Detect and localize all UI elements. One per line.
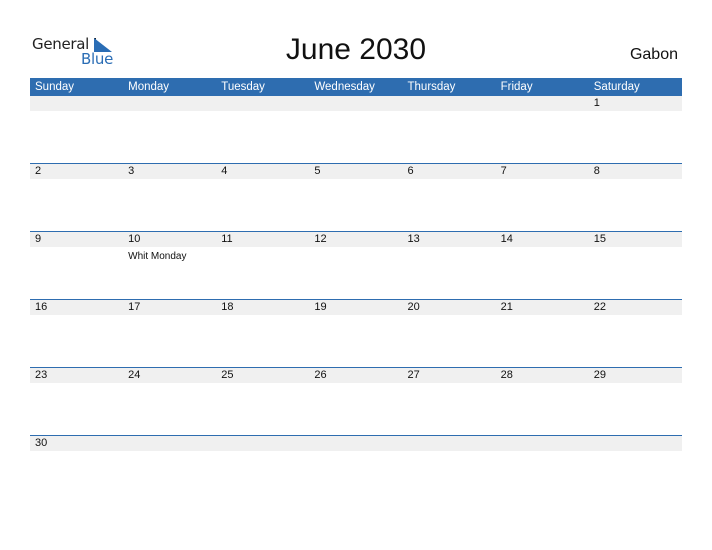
day-number: 30 <box>35 437 48 449</box>
day-number: 28 <box>500 369 513 381</box>
day-cell: 25 <box>216 368 309 383</box>
day-cell: 27 <box>403 368 496 383</box>
week-row: 1 <box>30 96 682 163</box>
day-number-row: 2 3 4 5 6 7 8 <box>30 164 682 179</box>
calendar-title: June 2030 <box>285 33 427 66</box>
day-number-row: 30 <box>30 436 682 451</box>
day-number: 20 <box>407 301 420 313</box>
day-number: 26 <box>314 369 327 381</box>
day-number-row: 1 <box>30 96 682 111</box>
day-cell: 12 <box>309 232 402 247</box>
day-cell: 10 Whit Monday <box>123 232 216 262</box>
day-number: 29 <box>593 369 606 381</box>
country-label: Gabon <box>629 46 678 63</box>
day-number-row: 9 10 Whit Monday 11 12 13 14 15 <box>30 232 682 262</box>
empty-day-cell <box>496 96 589 111</box>
day-number: 8 <box>593 165 600 177</box>
weekday-tuesday: Tuesday <box>221 81 265 93</box>
day-cell: 20 <box>403 300 496 315</box>
day-cell: 4 <box>216 164 309 179</box>
week-row: 30 <box>30 435 682 503</box>
day-number: 10 <box>128 233 141 245</box>
day-cell: 24 <box>123 368 216 383</box>
day-cell: 30 <box>30 436 123 451</box>
empty-day-cell <box>309 436 402 451</box>
day-number: 11 <box>221 233 233 245</box>
holiday-label: Whit Monday <box>128 251 187 262</box>
day-cell: 29 <box>589 368 682 383</box>
day-number: 27 <box>407 369 420 381</box>
day-number: 4 <box>221 165 228 177</box>
empty-day-cell <box>123 96 216 111</box>
day-cell: 14 <box>496 232 589 247</box>
day-number: 6 <box>407 165 414 177</box>
empty-day-cell <box>589 436 682 451</box>
day-number: 25 <box>221 369 234 381</box>
weekday-saturday: Saturday <box>593 81 640 93</box>
weekday-thursday: Thursday <box>407 81 456 93</box>
week-row: 23 24 25 26 27 28 29 <box>30 367 682 435</box>
day-number: 9 <box>35 233 42 245</box>
day-cell: 2 <box>30 164 123 179</box>
day-number: 18 <box>221 301 234 313</box>
empty-day-cell <box>309 96 402 111</box>
day-cell: 9 <box>30 232 123 247</box>
week-row: 9 10 Whit Monday 11 12 13 14 15 <box>30 231 682 299</box>
day-number: 24 <box>128 369 141 381</box>
day-cell: 5 <box>309 164 402 179</box>
weekday-friday: Friday <box>500 81 533 93</box>
day-cell: 13 <box>403 232 496 247</box>
day-number: 19 <box>314 301 327 313</box>
day-cell: 28 <box>496 368 589 383</box>
day-cell: 8 <box>589 164 682 179</box>
empty-day-cell <box>216 96 309 111</box>
empty-day-cell <box>403 436 496 451</box>
week-row: 2 3 4 5 6 7 8 <box>30 163 682 231</box>
day-number: 23 <box>35 369 48 381</box>
day-number: 15 <box>593 233 606 245</box>
day-cell: 7 <box>496 164 589 179</box>
day-number: 22 <box>593 301 606 313</box>
day-cell: 17 <box>123 300 216 315</box>
day-number: 1 <box>593 97 600 109</box>
day-number: 7 <box>500 165 507 177</box>
weekday-wednesday: Wednesday <box>314 81 375 93</box>
day-number-row: 16 17 18 19 20 21 22 <box>30 300 682 315</box>
day-cell: 1 <box>589 96 682 111</box>
day-cell: 3 <box>123 164 216 179</box>
day-number: 2 <box>35 165 42 177</box>
day-cell: 21 <box>496 300 589 315</box>
day-number: 13 <box>407 233 420 245</box>
day-number: 17 <box>128 301 141 313</box>
weeks-container: 1 2 3 4 5 6 7 8 9 10 Whit Monday 11 12 13 14 15 16 17 18 19… <box>30 96 682 503</box>
day-cell: 26 <box>309 368 402 383</box>
day-cell: 11 <box>216 232 309 247</box>
weekday-sunday: Sunday <box>35 81 75 93</box>
weekday-monday: Monday <box>128 81 170 93</box>
day-cell: 18 <box>216 300 309 315</box>
day-cell: 6 <box>403 164 496 179</box>
day-cell: 23 <box>30 368 123 383</box>
day-number-row: 23 24 25 26 27 28 29 <box>30 368 682 383</box>
empty-day-cell <box>123 436 216 451</box>
day-number: 5 <box>314 165 321 177</box>
day-number: 3 <box>128 165 135 177</box>
empty-day-cell <box>216 436 309 451</box>
empty-day-cell <box>403 96 496 111</box>
day-cell: 19 <box>309 300 402 315</box>
day-number: 12 <box>314 233 327 245</box>
empty-day-cell <box>30 96 123 111</box>
weekday-header: Sunday Monday Tuesday Wednesday Thursday… <box>30 78 682 96</box>
empty-day-cell <box>496 436 589 451</box>
day-cell: 15 <box>589 232 682 247</box>
day-number: 21 <box>500 301 513 313</box>
day-cell: 16 <box>30 300 123 315</box>
day-cell: 22 <box>589 300 682 315</box>
week-row: 16 17 18 19 20 21 22 <box>30 299 682 367</box>
day-number: 14 <box>500 233 513 245</box>
calendar-grid: Sunday Monday Tuesday Wednesday Thursday… <box>30 78 682 503</box>
day-number: 16 <box>35 301 48 313</box>
